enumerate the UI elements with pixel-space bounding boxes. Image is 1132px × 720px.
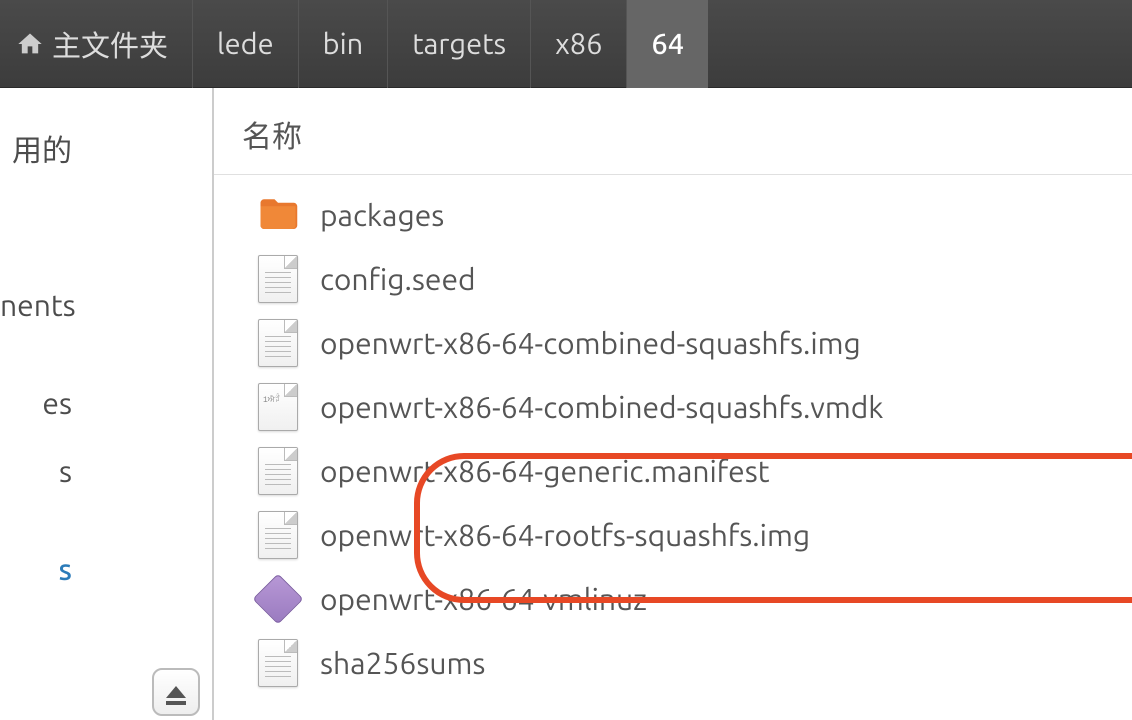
file-name: openwrt-x86-64-vmlinuz	[320, 582, 647, 616]
list-item[interactable]: openwrt-x86-64-generic.manifest	[214, 439, 1132, 503]
binary-file-icon	[254, 383, 302, 431]
list-item[interactable]: openwrt-x86-64-combined-squashfs.vmdk	[214, 375, 1132, 439]
file-name: openwrt-x86-64-rootfs-squashfs.img	[320, 518, 810, 552]
column-header-name[interactable]: 名称	[214, 112, 1132, 175]
breadcrumb-home-label: 主文件夹	[52, 23, 168, 65]
file-list: packages config.seed openwrt-x86-64-comb…	[214, 175, 1132, 695]
breadcrumb-item-x86[interactable]: x86	[531, 0, 627, 88]
folder-icon	[254, 191, 302, 239]
sidebar-item-label: 用的	[12, 133, 72, 167]
file-name: packages	[320, 198, 444, 232]
home-icon	[16, 30, 44, 58]
list-item[interactable]: openwrt-x86-64-combined-squashfs.img	[214, 311, 1132, 375]
list-item[interactable]: openwrt-x86-64-vmlinuz	[214, 567, 1132, 631]
breadcrumb-label: targets	[412, 28, 506, 60]
breadcrumb-label: bin	[323, 28, 364, 60]
sidebar-item-label: es	[42, 386, 72, 420]
file-name: openwrt-x86-64-combined-squashfs.img	[320, 326, 861, 360]
file-name: sha256sums	[320, 646, 485, 680]
breadcrumb-bar: 主文件夹 lede bin targets x86 64	[0, 0, 1132, 88]
list-item[interactable]: config.seed	[214, 247, 1132, 311]
breadcrumb-item-lede[interactable]: lede	[193, 0, 299, 88]
sidebar-item-downloads[interactable]: s	[0, 538, 212, 600]
text-file-icon	[254, 319, 302, 367]
text-file-icon	[254, 255, 302, 303]
list-item[interactable]: packages	[214, 183, 1132, 247]
sidebar-item-label: nents	[0, 288, 76, 322]
sidebar: 用的 nents es s s	[0, 88, 214, 720]
breadcrumb-label: 64	[651, 28, 684, 60]
list-item[interactable]: openwrt-x86-64-rootfs-squashfs.img	[214, 503, 1132, 567]
sidebar-item-label: s	[58, 552, 72, 586]
breadcrumb-home[interactable]: 主文件夹	[0, 0, 193, 88]
breadcrumb-label: x86	[555, 28, 602, 60]
text-file-icon	[254, 639, 302, 687]
list-item[interactable]: sha256sums	[214, 631, 1132, 695]
eject-icon	[166, 686, 186, 698]
breadcrumb-item-64[interactable]: 64	[627, 0, 708, 88]
text-file-icon	[254, 447, 302, 495]
file-name: openwrt-x86-64-generic.manifest	[320, 454, 770, 488]
sidebar-item-recent[interactable]: 用的	[0, 112, 212, 184]
file-name: config.seed	[320, 262, 476, 296]
breadcrumb-label: lede	[217, 28, 274, 60]
file-name: openwrt-x86-64-combined-squashfs.vmdk	[320, 390, 883, 424]
eject-button[interactable]	[152, 668, 200, 716]
sidebar-item-pictures[interactable]: es	[0, 372, 212, 434]
sidebar-item-videos[interactable]: s	[0, 440, 212, 502]
sidebar-item-documents[interactable]: nents	[0, 274, 212, 336]
text-file-icon	[254, 511, 302, 559]
content-pane: 名称 packages config.seed	[214, 88, 1132, 720]
sidebar-item-label: s	[59, 454, 72, 488]
breadcrumb-item-targets[interactable]: targets	[388, 0, 531, 88]
breadcrumb-item-bin[interactable]: bin	[299, 0, 389, 88]
main-area: 用的 nents es s s 名称	[0, 88, 1132, 720]
executable-icon	[254, 575, 302, 623]
